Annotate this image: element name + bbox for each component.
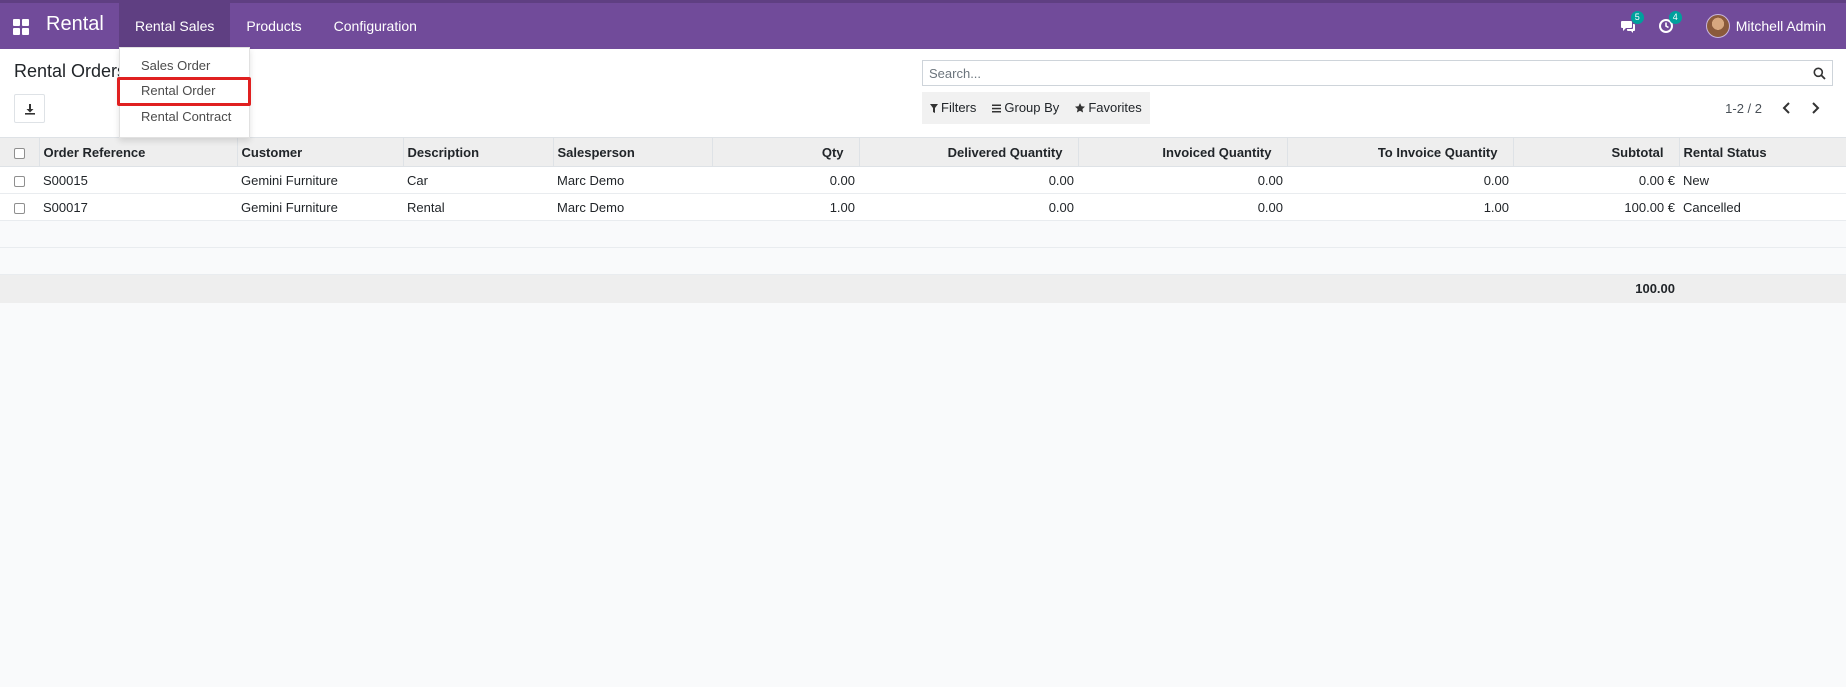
empty-cell bbox=[0, 247, 1846, 275]
col-customer[interactable]: Customer bbox=[237, 137, 404, 167]
rental-orders-table: Order Reference Customer Description Sal… bbox=[0, 137, 1846, 303]
favorites-button[interactable]: Favorites bbox=[1067, 92, 1149, 124]
table-row[interactable]: S00017 Gemini Furniture Rental Marc Demo… bbox=[0, 193, 1846, 221]
cell-salesperson[interactable]: Marc Demo bbox=[553, 193, 712, 221]
row-checkbox-cell[interactable] bbox=[0, 166, 39, 194]
filter-icon bbox=[930, 103, 938, 113]
pager-value[interactable]: 1-2 / 2 bbox=[1725, 101, 1762, 116]
menu-configuration[interactable]: Configuration bbox=[318, 3, 433, 49]
dropdown-item-rental-contract[interactable]: Rental Contract bbox=[141, 109, 231, 124]
cell-to-invoice-quantity[interactable]: 0.00 bbox=[1287, 166, 1513, 194]
search-bar[interactable] bbox=[922, 60, 1833, 86]
cell-order-reference[interactable]: S00015 bbox=[39, 166, 237, 194]
footer-spacer bbox=[0, 274, 1513, 303]
col-order-reference[interactable]: Order Reference bbox=[39, 137, 238, 167]
table-row[interactable]: S00015 Gemini Furniture Car Marc Demo 0.… bbox=[0, 166, 1846, 194]
search-options: Filters Group By Favorites bbox=[922, 92, 1150, 124]
cell-description[interactable]: Rental bbox=[403, 193, 553, 221]
menu-rental-sales[interactable]: Rental Sales bbox=[119, 3, 231, 49]
col-invoiced-quantity[interactable]: Invoiced Quantity bbox=[1078, 137, 1288, 167]
download-icon bbox=[24, 103, 35, 115]
control-panel: Rental Orders Filters Group By Favorites… bbox=[0, 49, 1846, 137]
col-description[interactable]: Description bbox=[403, 137, 554, 167]
dropdown-item-sales-order[interactable]: Sales Order bbox=[141, 58, 210, 73]
col-rental-status[interactable]: Rental Status bbox=[1679, 137, 1846, 167]
cell-description[interactable]: Car bbox=[403, 166, 553, 194]
cell-rental-status[interactable]: New bbox=[1679, 166, 1846, 194]
activities-count-badge: 4 bbox=[1668, 11, 1682, 24]
search-input[interactable] bbox=[923, 61, 1793, 85]
col-delivered-quantity[interactable]: Delivered Quantity bbox=[859, 137, 1079, 167]
chevron-left-icon[interactable] bbox=[1780, 101, 1794, 115]
empty-row bbox=[0, 247, 1846, 275]
empty-cell bbox=[0, 220, 1846, 248]
app-brand[interactable]: Rental bbox=[46, 13, 104, 36]
messages-icon[interactable]: 5 bbox=[1620, 11, 1644, 34]
col-qty[interactable]: Qty bbox=[712, 137, 860, 167]
star-icon bbox=[1075, 103, 1086, 113]
main-menu: Rental Sales Products Configuration bbox=[119, 3, 433, 49]
cell-delivered-quantity[interactable]: 0.00 bbox=[859, 166, 1078, 194]
page-title: Rental Orders bbox=[14, 61, 127, 81]
menu-products[interactable]: Products bbox=[230, 3, 317, 49]
filters-button[interactable]: Filters bbox=[922, 92, 984, 124]
cell-customer[interactable]: Gemini Furniture bbox=[237, 166, 403, 194]
cell-subtotal[interactable]: 100.00 € bbox=[1513, 193, 1679, 221]
messages-count-badge: 5 bbox=[1630, 11, 1644, 24]
row-checkbox[interactable] bbox=[14, 202, 25, 214]
empty-row bbox=[0, 220, 1846, 248]
total-subtotal: 100.00 bbox=[1513, 274, 1679, 303]
cell-qty[interactable]: 1.00 bbox=[712, 193, 859, 221]
cell-order-reference[interactable]: S00017 bbox=[39, 193, 237, 221]
select-all-checkbox[interactable] bbox=[13, 147, 25, 159]
cell-qty[interactable]: 0.00 bbox=[712, 166, 859, 194]
table-header: Order Reference Customer Description Sal… bbox=[0, 137, 1846, 167]
col-subtotal[interactable]: Subtotal bbox=[1513, 137, 1680, 167]
group-by-label: Group By bbox=[1004, 100, 1060, 115]
top-navbar: Rental Rental Sales Products Configurati… bbox=[0, 0, 1846, 49]
row-checkbox[interactable] bbox=[14, 175, 25, 187]
col-to-invoice-quantity[interactable]: To Invoice Quantity bbox=[1287, 137, 1514, 167]
footer-spacer bbox=[1679, 274, 1846, 303]
favorites-label: Favorites bbox=[1088, 100, 1142, 115]
cell-subtotal[interactable]: 0.00 € bbox=[1513, 166, 1679, 194]
systray: 5 4 Mitchell Admin bbox=[1620, 3, 1826, 49]
cell-customer[interactable]: Gemini Furniture bbox=[237, 193, 403, 221]
apps-menu-icon[interactable] bbox=[13, 19, 29, 35]
row-checkbox-cell[interactable] bbox=[0, 193, 39, 221]
group-by-button[interactable]: Group By bbox=[984, 92, 1067, 124]
cell-rental-status[interactable]: Cancelled bbox=[1679, 193, 1846, 221]
search-icon[interactable] bbox=[1813, 67, 1826, 80]
highlight-box bbox=[117, 77, 251, 106]
list-view: Order Reference Customer Description Sal… bbox=[0, 137, 1846, 303]
cell-invoiced-quantity[interactable]: 0.00 bbox=[1078, 193, 1287, 221]
select-all-checkbox-cell[interactable] bbox=[0, 137, 40, 167]
cell-delivered-quantity[interactable]: 0.00 bbox=[859, 193, 1078, 221]
cell-salesperson[interactable]: Marc Demo bbox=[553, 166, 712, 194]
filters-label: Filters bbox=[941, 100, 977, 115]
table-footer: 100.00 bbox=[0, 274, 1846, 303]
col-salesperson[interactable]: Salesperson bbox=[553, 137, 713, 167]
user-avatar[interactable] bbox=[1705, 14, 1730, 38]
rental-sales-dropdown: Sales Order Rental Order Rental Contract bbox=[117, 47, 251, 138]
list-bars-icon bbox=[992, 104, 1002, 112]
chevron-right-icon[interactable] bbox=[1808, 101, 1822, 115]
cell-to-invoice-quantity[interactable]: 1.00 bbox=[1287, 193, 1513, 221]
activities-clock-icon[interactable]: 4 bbox=[1658, 11, 1682, 34]
download-button[interactable] bbox=[14, 94, 45, 123]
cell-invoiced-quantity[interactable]: 0.00 bbox=[1078, 166, 1287, 194]
user-name[interactable]: Mitchell Admin bbox=[1736, 18, 1826, 34]
